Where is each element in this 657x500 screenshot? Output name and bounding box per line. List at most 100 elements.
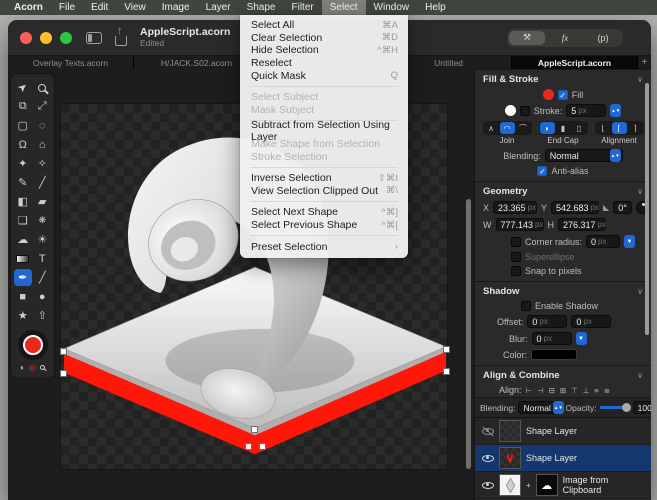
shadow-color-swatch[interactable] (531, 349, 577, 360)
menu-select[interactable]: Select (322, 0, 366, 15)
menu-edit[interactable]: Edit (83, 0, 116, 15)
visibility-eye-icon[interactable] (482, 482, 494, 489)
star-shape-tool[interactable]: ★ (14, 307, 32, 324)
join-bevel-button[interactable]: ⌒ (516, 122, 531, 134)
visibility-eye-off-icon[interactable] (482, 428, 494, 435)
menu-filter[interactable]: Filter (284, 0, 322, 15)
brush-tool[interactable]: ✎ (14, 174, 32, 191)
dodge-tool[interactable]: ☁ (14, 231, 32, 248)
filters-button[interactable]: fx (547, 31, 583, 45)
chevron-down-icon[interactable]: ∨ (637, 187, 643, 196)
antialias-checkbox[interactable]: ✓ (537, 166, 547, 176)
menu-item-hide-selection[interactable]: Hide Selection^⌘H (240, 44, 408, 57)
crop-tool[interactable]: ⧉ (14, 98, 32, 115)
menu-item-reselect[interactable]: Reselect (240, 57, 408, 70)
offset-x-field[interactable]: 0px (527, 315, 567, 328)
offset-y-field[interactable]: 0px (571, 315, 611, 328)
stroke-checkbox[interactable] (520, 106, 530, 116)
close-button[interactable] (20, 32, 32, 44)
chevron-down-icon[interactable]: ∨ (637, 371, 643, 380)
flood-fill-tool[interactable]: ◧ (14, 193, 32, 210)
rotation-field[interactable]: 0° (613, 201, 632, 214)
snap-to-pixels-checkbox[interactable] (511, 266, 521, 276)
stroke-width-stepper[interactable]: ▲▼ (610, 104, 621, 117)
layer-row-shape-2-selected[interactable]: ∨ Shape Layer (475, 445, 651, 472)
ellipse-shape-tool[interactable]: ● (33, 288, 51, 305)
ellipse-select-tool[interactable]: ◌ (33, 117, 51, 134)
blur-dropdown[interactable]: ▼ (576, 332, 587, 345)
height-field[interactable]: 276.317px (558, 218, 606, 231)
join-round-button[interactable]: ◠ (500, 122, 515, 134)
selection-handle[interactable] (245, 443, 252, 450)
blur-field[interactable]: 0px (532, 332, 572, 345)
menu-item-inverse-selection[interactable]: Inverse Selection⇧⌘I (240, 172, 408, 185)
y-field[interactable]: 542.683px (551, 201, 599, 214)
chevron-down-icon[interactable]: ∨ (637, 287, 643, 296)
share-button[interactable] (115, 30, 127, 46)
align-inside-button[interactable]: ⌊ (596, 122, 611, 134)
x-field[interactable]: 23.365px (493, 201, 537, 214)
menu-item-preset-selection[interactable]: Preset Selection› (240, 240, 408, 253)
lasso-tool[interactable]: Ω (14, 136, 32, 153)
rect-shape-tool[interactable]: ■ (14, 288, 32, 305)
endcap-square-button[interactable]: ▯ (572, 122, 587, 134)
distribute-h-icon[interactable]: ≡ (593, 386, 599, 395)
menu-item-select-all[interactable]: Select All⌘A (240, 19, 408, 32)
align-vcenter-icon[interactable]: ⊞ (559, 386, 567, 395)
fill-checkbox[interactable]: ✓ (558, 90, 568, 100)
text-tool[interactable]: T (33, 250, 51, 267)
layer-row-shape-1[interactable]: Shape Layer (475, 418, 651, 445)
rect-select-tool[interactable]: ▢ (14, 117, 32, 134)
menu-item-subtract-selection-layer[interactable]: Subtract from Selection Using Layer (240, 125, 408, 138)
endcap-round-button[interactable]: ◗ (540, 122, 555, 134)
gradient-tool[interactable] (14, 250, 32, 267)
default-colors-icon[interactable]: ◐ (20, 363, 25, 372)
corner-radius-checkbox[interactable] (511, 237, 521, 247)
plugins-button[interactable]: (p) (585, 31, 621, 45)
corner-radius-field[interactable]: 0px (586, 235, 620, 248)
selection-handle[interactable] (251, 426, 258, 433)
menu-item-quick-mask[interactable]: Quick MaskQ (240, 69, 408, 82)
menu-window[interactable]: Window (366, 0, 418, 15)
align-outside-button[interactable]: ⌉ (628, 122, 643, 134)
align-hcenter-icon[interactable]: ⊟ (548, 386, 556, 395)
align-center-button[interactable]: ⌈ (612, 122, 627, 134)
menu-help[interactable]: Help (417, 0, 454, 15)
pencil-tool[interactable]: ╱ (33, 174, 51, 191)
endcap-butt-button[interactable]: ▮ (556, 122, 571, 134)
stroke-color-swatch[interactable] (505, 105, 516, 116)
minimize-button[interactable] (40, 32, 52, 44)
menu-item-view-selection-clipped-out[interactable]: View Selection Clipped Out⌘\ (240, 185, 408, 198)
distribute-v-icon[interactable]: ≣ (603, 386, 611, 395)
zoom-tool[interactable] (33, 79, 51, 96)
selection-handle[interactable] (259, 443, 266, 450)
menu-view[interactable]: View (116, 0, 154, 15)
opacity-slider[interactable] (600, 406, 630, 409)
menu-apple-acorn[interactable]: Acorn (6, 0, 51, 15)
selection-handle[interactable] (443, 368, 450, 375)
eraser-tool[interactable]: ▰ (33, 193, 51, 210)
chevron-down-icon[interactable]: ∨ (637, 75, 643, 84)
tools-palette-button[interactable]: ⚒ (509, 31, 545, 45)
align-top-icon[interactable]: ⊤ (570, 386, 579, 395)
loupe-icon[interactable] (40, 365, 45, 370)
join-miter-button[interactable]: ∧ (484, 122, 499, 134)
menu-item-select-next-shape[interactable]: Select Next Shape^⌘] (240, 206, 408, 219)
opacity-slider-knob[interactable] (622, 403, 631, 412)
menu-image[interactable]: Image (154, 0, 198, 15)
foreground-color-well[interactable] (18, 330, 48, 360)
fill-color-swatch[interactable] (543, 89, 554, 100)
panel-scrollbar[interactable] (645, 83, 649, 335)
toggle-sidebar-button[interactable] (86, 32, 102, 44)
magic-wand-tool[interactable]: ✦ (14, 155, 32, 172)
corner-radius-dropdown[interactable]: ▼ (624, 235, 635, 248)
arrow-shape-tool[interactable]: ⇧ (33, 307, 51, 324)
menu-file[interactable]: File (51, 0, 83, 15)
tab-overlay-texts[interactable]: Overlay Texts.acorn (8, 56, 134, 69)
tab-applescript-active[interactable]: AppleScript.acorn (512, 56, 638, 69)
width-field[interactable]: 777.143px (496, 218, 544, 231)
selection-handle[interactable] (443, 346, 450, 353)
line-tool[interactable]: ╱ (33, 269, 51, 286)
menu-shape[interactable]: Shape (239, 0, 284, 15)
stroke-color-icon[interactable]: ◎ (29, 363, 36, 372)
